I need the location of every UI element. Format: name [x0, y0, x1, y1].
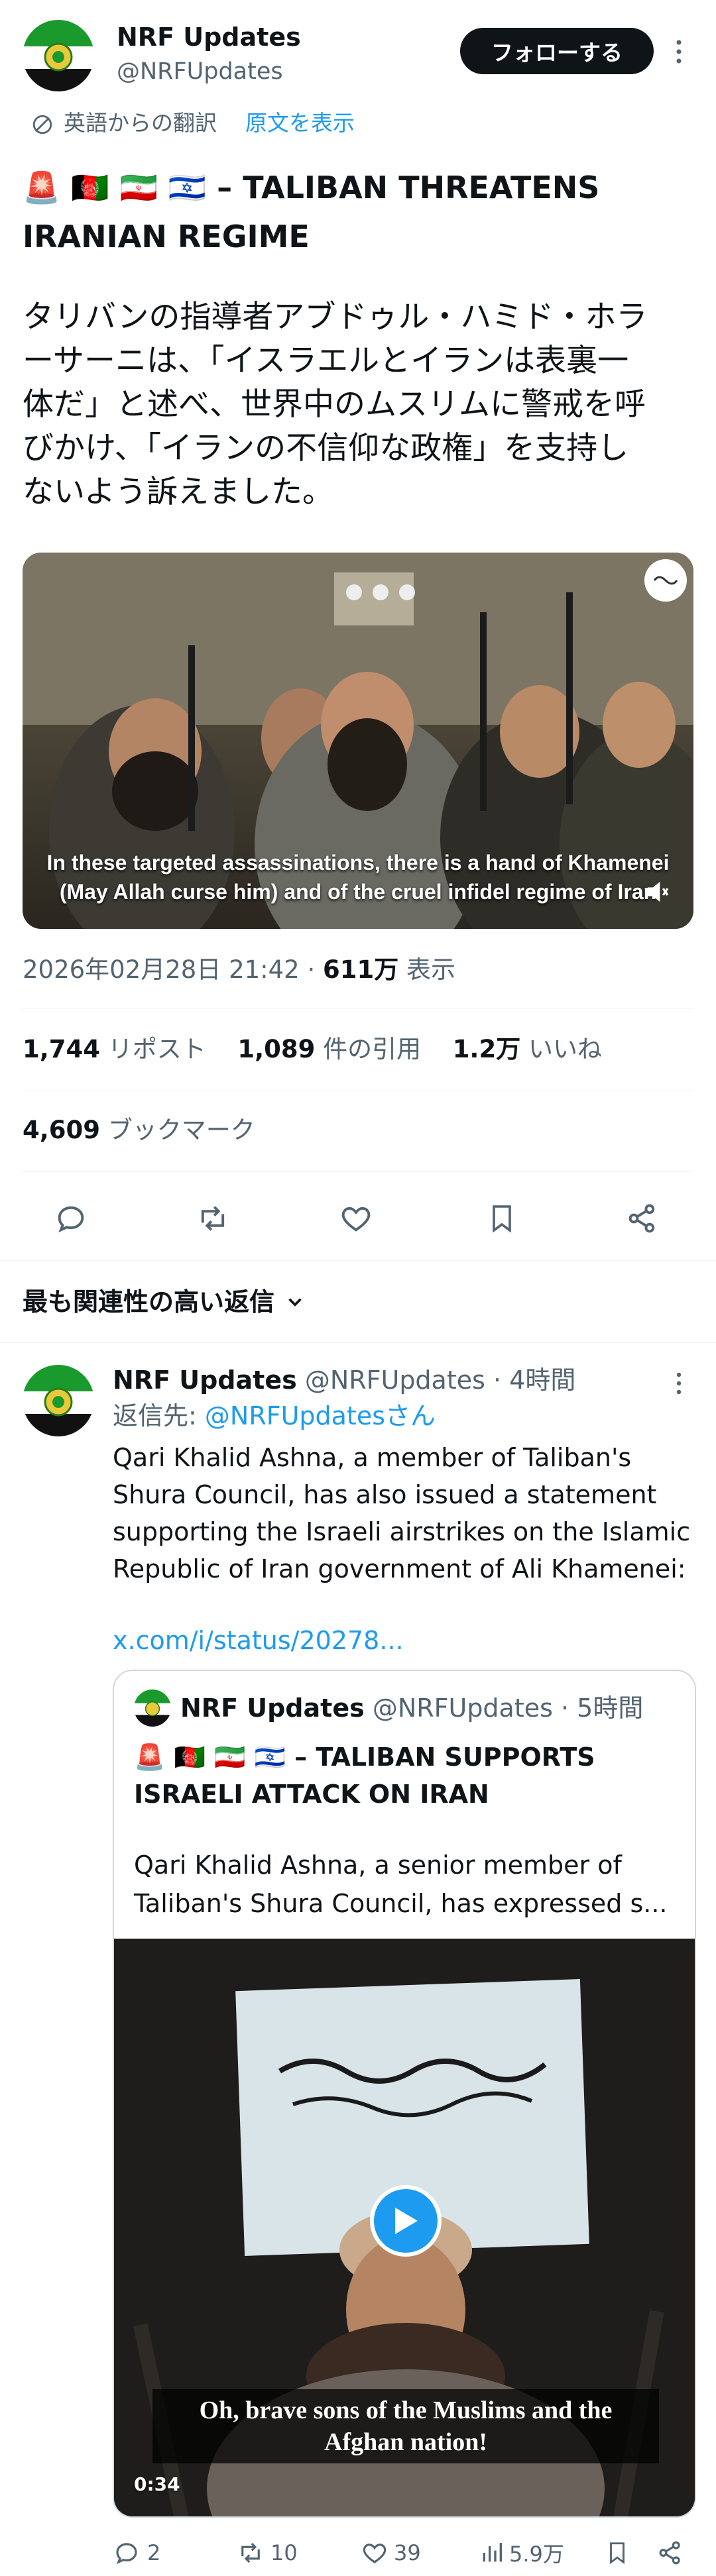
quoted-post-card[interactable]: NRF Updates @NRFUpdates · 5時間 🚨 🇦🇫 🇮🇷 🇮🇱…: [113, 1670, 696, 2518]
divider: [23, 1171, 693, 1172]
views-icon: [483, 2543, 502, 2562]
nrf-logo-icon: [134, 1690, 171, 1727]
title-line-2: IRANIAN REGIME: [23, 219, 310, 254]
repost-icon: [241, 2542, 260, 2563]
author-avatar[interactable]: [23, 20, 94, 91]
repost-count: 10: [270, 2540, 298, 2565]
views-count-reply: 5.9万: [509, 2542, 564, 2567]
likes-stat[interactable]: 1.2万 いいね: [453, 1035, 602, 1063]
quote-title: 🚨 🇦🇫 🇮🇷 🇮🇱 – TALIBAN SUPPORTS ISRAELI AT…: [134, 1739, 684, 1813]
quote-video-subtitle-line: Oh, brave sons of the Muslims and the: [199, 2396, 613, 2424]
body-line: びかけ、「イランの不信仰な政権」を支持し: [23, 430, 629, 466]
quote-body: Qari Khalid Ashna, a senior member of Ta…: [134, 1846, 684, 1923]
body-line: ないよう訴えました。: [23, 474, 334, 510]
quote-time: · 5時間: [561, 1693, 644, 1723]
reply-views-action[interactable]: 5.9万: [479, 2535, 564, 2571]
divider: [0, 1342, 716, 1343]
post-meta: 2026年02月28日 21:42 · 611万 表示: [23, 953, 455, 987]
like-count: 39: [394, 2540, 421, 2565]
author-name[interactable]: NRF Updates: [117, 20, 301, 54]
title-flags: 🚨 🇦🇫 🇮🇷 🇮🇱 –: [23, 170, 233, 205]
reply-share-icon[interactable]: [652, 2535, 688, 2571]
video-duration: 0:34: [134, 2473, 180, 2495]
divider: [0, 1260, 716, 1261]
video-watermark-icon: [644, 559, 687, 602]
share-icon[interactable]: [619, 1195, 666, 1242]
replies-sort-label: 最も関連性の高い返信: [23, 1287, 275, 1316]
title-line-1: TALIBAN THREATENS: [243, 170, 600, 205]
reply-author-avatar[interactable]: [23, 1365, 94, 1436]
engagement-stats: 1,744 リポスト 1,089 件の引用 1.2万 いいね: [23, 1031, 602, 1068]
quote-video-subtitle-line: Afghan nation!: [324, 2428, 487, 2456]
repost-icon[interactable]: [190, 1195, 236, 1242]
reply-like-action[interactable]: 39: [361, 2535, 421, 2571]
reposts-stat[interactable]: 1,744 リポスト: [23, 1035, 206, 1063]
reply-comment-action[interactable]: 2: [113, 2535, 160, 2571]
quote-author-name: NRF Updates: [180, 1693, 365, 1723]
follow-button-label: フォローする: [491, 40, 623, 66]
show-original-link[interactable]: 原文を表示: [245, 107, 355, 139]
play-button[interactable]: [370, 2185, 442, 2257]
quote-title-flags: 🚨 🇦🇫 🇮🇷 🇮🇱 –: [134, 1743, 308, 1772]
quote-title-line-2: ISRAELI ATTACK ON IRAN: [134, 1780, 489, 1809]
views-label: 表示: [398, 955, 455, 984]
reply-to-prefix: 返信先:: [113, 1401, 205, 1430]
like-icon: [363, 2544, 387, 2563]
nrf-logo-icon: [23, 20, 94, 91]
quote-title-line-1: TALIBAN SUPPORTS: [316, 1743, 595, 1772]
reply-body-line: Qari Khalid Ashna, a member of Taliban's: [113, 1443, 632, 1472]
reply-time[interactable]: · 4時間: [493, 1366, 575, 1395]
quote-video[interactable]: Oh, brave sons of the Muslims and the Af…: [114, 1939, 695, 2516]
reply-more-options-icon[interactable]: [666, 1368, 692, 1399]
reply-author-handle[interactable]: @NRFUpdates: [305, 1366, 485, 1395]
mute-icon[interactable]: [642, 876, 674, 908]
video-caption-line-2: (May Allah curse him) and of the cruel i…: [59, 880, 657, 904]
reply-author-name[interactable]: NRF Updates: [113, 1366, 297, 1395]
replies-sort-dropdown[interactable]: 最も関連性の高い返信: [23, 1284, 306, 1320]
post-video[interactable]: In these targeted assassinations, there …: [23, 553, 693, 929]
follow-button[interactable]: フォローする: [460, 28, 654, 74]
quote-header: NRF Updates @NRFUpdates · 5時間: [180, 1690, 643, 1727]
post-title: 🚨 🇦🇫 🇮🇷 🇮🇱 – TALIBAN THREATENS IRANIAN R…: [23, 163, 692, 261]
nrf-logo-icon: [23, 1365, 94, 1436]
body-line: タリバンの指導者アブドゥル・ハミド・ホラ: [23, 299, 648, 335]
reply-header: NRF Updates @NRFUpdates · 4時間: [113, 1362, 575, 1398]
translation-note: 英語からの翻訳: [64, 110, 217, 136]
quote-author-handle: @NRFUpdates: [372, 1693, 553, 1723]
reply-count: 2: [147, 2540, 161, 2565]
reply-icon: [116, 2543, 137, 2565]
reply-body-line: supporting the Israeli airstrikes on the…: [113, 1517, 691, 1546]
body-line: 体だ」と述べ、世界中のムスリムに警戒を呼: [23, 386, 646, 423]
quote-body-line: Qari Khalid Ashna, a senior member of: [134, 1851, 622, 1880]
quotes-stat[interactable]: 1,089 件の引用: [237, 1035, 421, 1063]
post-body: タリバンの指導者アブドゥル・ハミド・ホラ ーサーニは、「イスラエルとイランは表裏…: [23, 295, 699, 514]
reply-body-line: Republic of Iran government of Ali Khame…: [113, 1554, 686, 1583]
reply-body: Qari Khalid Ashna, a member of Taliban's…: [113, 1439, 696, 1587]
quote-body-line: Taliban's Shura Council, has expressed s…: [134, 1889, 668, 1918]
divider: [23, 1008, 693, 1009]
reply-to-handle[interactable]: @NRFUpdatesさん: [205, 1401, 436, 1430]
chevron-down-icon: [288, 1298, 302, 1307]
views-count: 611万: [323, 955, 399, 984]
more-options-icon[interactable]: [666, 34, 692, 69]
translate-icon: [29, 111, 56, 138]
reply-to-line: 返信先: @NRFUpdatesさん: [113, 1398, 436, 1434]
bookmarks-stat[interactable]: 4,609 ブックマーク: [23, 1112, 255, 1149]
reply-body-line: Shura Council, has also issued a stateme…: [113, 1480, 657, 1509]
author-handle[interactable]: @NRFUpdates: [117, 56, 283, 87]
like-icon[interactable]: [333, 1195, 379, 1242]
post-timestamp[interactable]: 2026年02月28日 21:42 ·: [23, 955, 323, 984]
reply-link[interactable]: x.com/i/status/20278...: [113, 1622, 404, 1659]
quote-video-subtitle: Oh, brave sons of the Muslims and the Af…: [152, 2389, 659, 2463]
body-line: ーサーニは、「イスラエルとイランは表裏一: [23, 343, 629, 379]
video-caption-line-1: In these targeted assassinations, there …: [46, 851, 670, 875]
reply-repost-action[interactable]: 10: [236, 2535, 298, 2571]
quote-author-avatar: [134, 1690, 171, 1727]
reply-bookmark-icon[interactable]: [601, 2535, 634, 2571]
bookmark-icon[interactable]: [479, 1195, 525, 1242]
reply-icon[interactable]: [48, 1195, 94, 1242]
play-icon: [395, 2208, 418, 2234]
